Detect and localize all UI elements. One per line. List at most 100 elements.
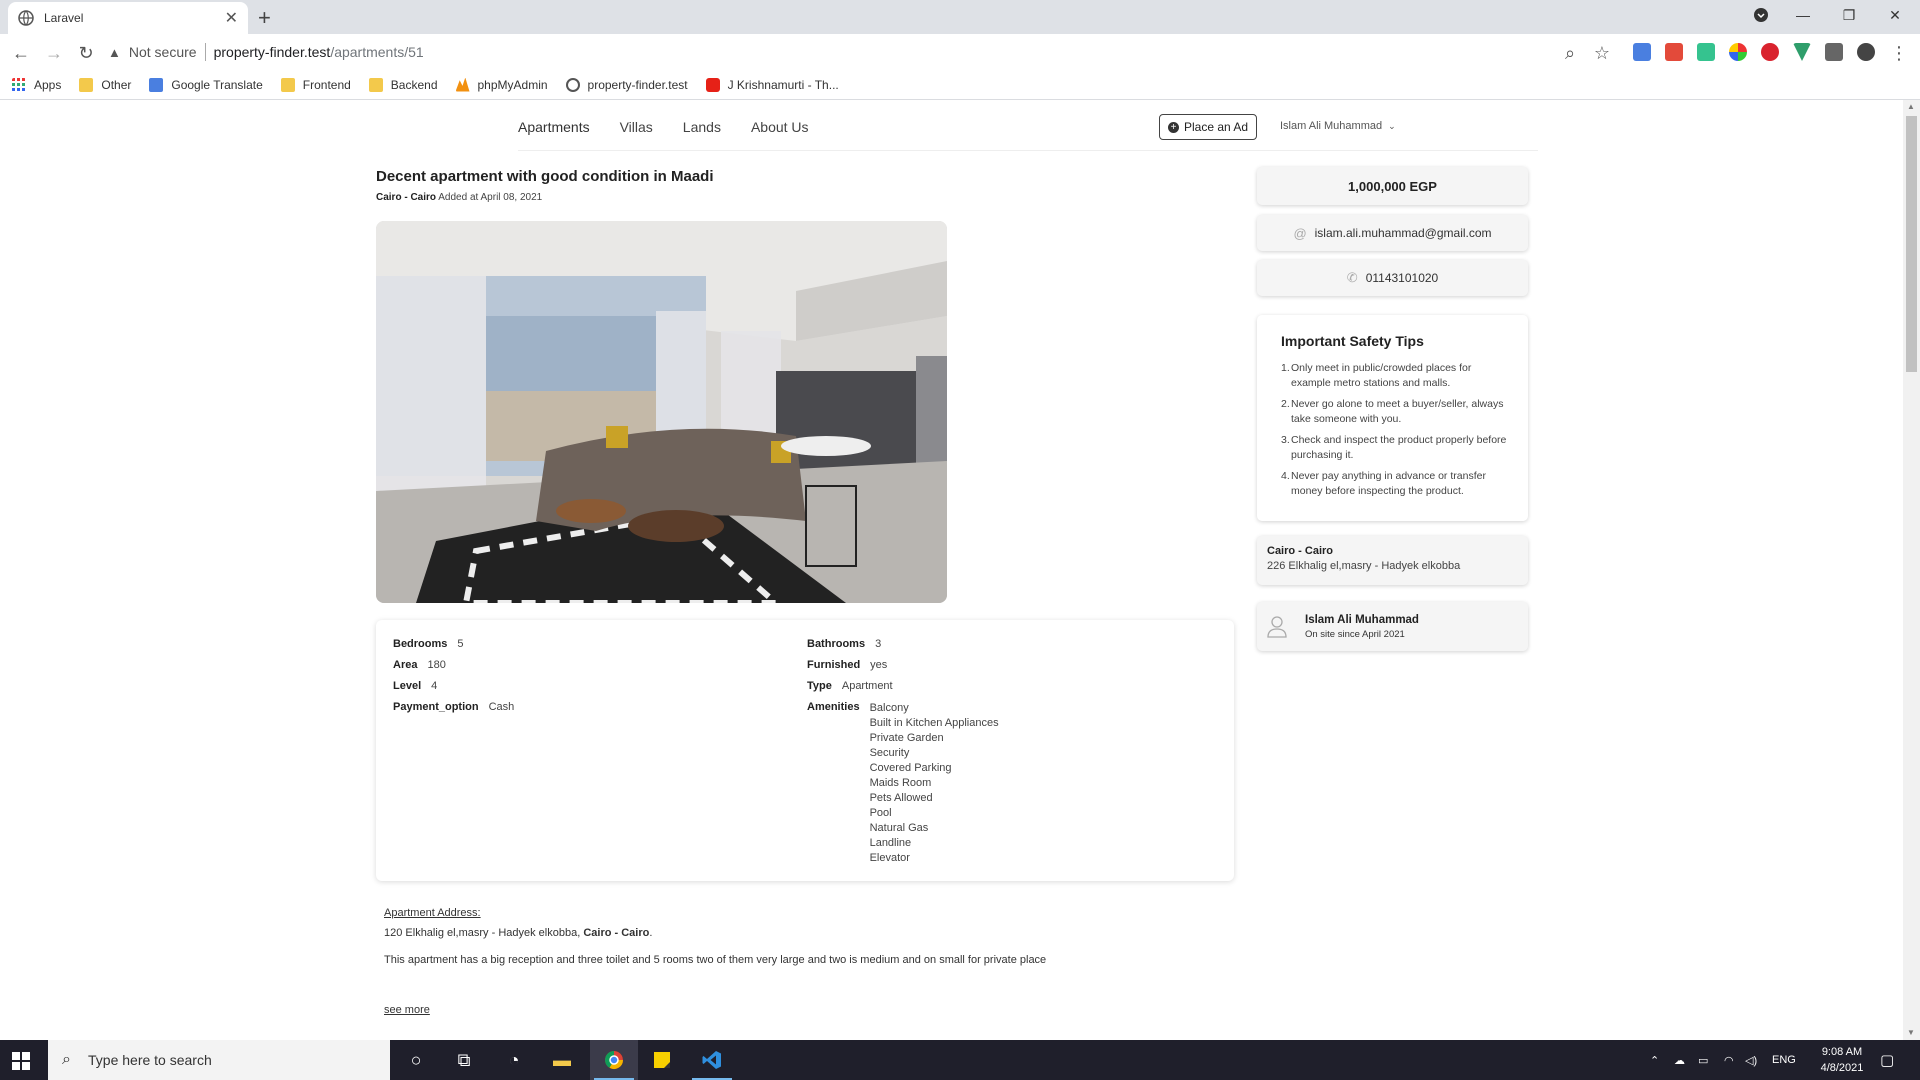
bookmark-star-icon[interactable]: ☆ xyxy=(1591,42,1613,64)
amenity-item: Maids Room xyxy=(869,777,932,789)
browser-tab[interactable]: Laravel ✕ xyxy=(8,2,248,34)
nav-about-us[interactable]: About Us xyxy=(751,119,809,135)
safety-tip-text: Only meet in public/crowded places for e… xyxy=(1291,362,1472,389)
email-card[interactable]: @ islam.ali.muhammad@gmail.com xyxy=(1257,215,1528,251)
zoom-icon[interactable]: ⌕ xyxy=(1559,42,1581,64)
megaphone-extension-icon[interactable] xyxy=(1665,43,1683,61)
scroll-thumb[interactable] xyxy=(1906,116,1917,372)
nav-lands[interactable]: Lands xyxy=(683,119,721,135)
notifications-icon[interactable]: ▢ xyxy=(1880,1040,1894,1080)
avatar[interactable] xyxy=(1857,43,1875,61)
bookmark-phpmyadmin[interactable]: phpMyAdmin xyxy=(455,77,548,92)
safety-tip-text: Check and inspect the product properly b… xyxy=(1291,434,1507,461)
bookmark-krishnamurti[interactable]: J Krishnamurti - Th... xyxy=(705,77,839,92)
tray-overflow-icon[interactable]: ⌃ xyxy=(1650,1040,1659,1080)
back-icon[interactable]: ← xyxy=(10,42,32,64)
address-bar[interactable]: ▲ Not secure property-finder.test/apartm… xyxy=(108,38,1608,66)
safety-tip: 4. Never pay anything in advance or trans… xyxy=(1281,469,1508,499)
sticky-notes-icon[interactable] xyxy=(638,1040,686,1080)
taskbar-search[interactable]: ⌕ Type here to search xyxy=(48,1040,390,1080)
listing-photo[interactable] xyxy=(376,221,947,603)
bookmark-frontend[interactable]: Frontend xyxy=(280,77,351,92)
user-name: Islam Ali Muhammad xyxy=(1280,120,1383,132)
detail-value: 3 xyxy=(875,638,882,650)
minimize-icon[interactable]: — xyxy=(1780,0,1826,30)
bookmark-property-finder[interactable]: property-finder.test xyxy=(565,77,688,92)
battery-icon[interactable]: ▭ xyxy=(1698,1040,1708,1080)
url-host: property-finder.test xyxy=(213,44,331,60)
volume-icon[interactable]: ◁) xyxy=(1745,1040,1757,1080)
language-indicator[interactable]: ENG xyxy=(1772,1040,1796,1080)
bookmark-apps[interactable]: Apps xyxy=(12,77,61,92)
amenity-item: Pool xyxy=(869,807,892,819)
vscode-icon[interactable] xyxy=(688,1040,736,1080)
detail-key: Area xyxy=(393,659,418,671)
bookmark-other[interactable]: Other xyxy=(79,77,132,92)
browser-toolbar: ← → ↻ ▲ Not secure property-finder.test /… xyxy=(0,34,1920,70)
detail-type: Type Apartment xyxy=(807,680,893,692)
detail-area: Area 180 xyxy=(393,659,446,671)
reload-icon[interactable]: ↻ xyxy=(75,42,97,64)
clock-date: 4/8/2021 xyxy=(1820,1062,1864,1074)
address-end: . xyxy=(649,927,653,939)
bookmark-label: J Krishnamurti - Th... xyxy=(727,77,839,92)
restore-icon[interactable]: ❐ xyxy=(1826,0,1872,30)
onedrive-icon[interactable]: ☁ xyxy=(1674,1040,1685,1080)
place-ad-button[interactable]: + Place an Ad xyxy=(1159,114,1258,140)
bookmarks-bar: Apps Other Google Translate Frontend Bac… xyxy=(0,70,1920,100)
taskbar-clock[interactable]: 9:08 AM 4/8/2021 xyxy=(1812,1044,1872,1076)
amenity-item: Pets Allowed xyxy=(869,792,933,804)
profile-menu-icon[interactable] xyxy=(1738,0,1784,30)
puzzle-extension-icon[interactable] xyxy=(1825,43,1843,61)
bookmark-label: Other xyxy=(101,77,132,92)
address-city: Cairo - Cairo xyxy=(583,927,650,939)
owner-since: On site since April 2021 xyxy=(1305,628,1405,640)
bookmark-google-translate[interactable]: Google Translate xyxy=(149,77,263,92)
detail-key: Furnished xyxy=(807,659,861,671)
phone-card[interactable]: ✆ 01143101020 xyxy=(1257,260,1528,296)
price-card: 1,000,000 EGP xyxy=(1257,167,1528,205)
phone-icon: ✆ xyxy=(1346,270,1358,285)
task-view-icon[interactable]: ⧉ xyxy=(440,1040,488,1080)
detail-amenities: Amenities Balcony Built in Kitchen Appli… xyxy=(807,701,999,866)
chrome-taskbar-icon[interactable] xyxy=(590,1040,638,1080)
wifi-icon[interactable]: ◠ xyxy=(1724,1040,1734,1080)
bookmark-label: phpMyAdmin xyxy=(477,77,548,92)
new-tab-icon[interactable]: + xyxy=(258,5,271,31)
folder-icon xyxy=(79,77,94,92)
owner-card[interactable]: Islam Ali Muhammad On site since April 2… xyxy=(1257,602,1528,651)
scroll-down-icon[interactable]: ▼ xyxy=(1907,1028,1915,1037)
location-city: Cairo - Cairo xyxy=(1267,545,1334,557)
n-extension-icon[interactable] xyxy=(1697,43,1715,61)
nav-apartments[interactable]: Apartments xyxy=(518,119,590,135)
forward-icon[interactable]: → xyxy=(43,42,65,64)
nav-villas[interactable]: Villas xyxy=(620,119,653,135)
bookmark-backend[interactable]: Backend xyxy=(368,77,438,92)
window-close-icon[interactable]: ✕ xyxy=(1872,0,1918,30)
user-avatar-icon xyxy=(1267,615,1287,638)
address-divider xyxy=(204,43,206,61)
opera-extension-icon[interactable] xyxy=(1761,43,1779,61)
browser-tabstrip: Laravel ✕ + — ❐ ✕ xyxy=(0,0,1920,34)
listing-subtitle: Cairo - Cairo Added at April 08, 2021 xyxy=(376,192,542,203)
cortana-icon[interactable]: ○ xyxy=(392,1040,440,1080)
app-icon[interactable]: ◔ xyxy=(490,1040,538,1080)
kebab-menu-icon[interactable]: ⋮ xyxy=(1888,42,1910,64)
listing-description: This apartment has a big reception and t… xyxy=(384,954,1047,966)
scroll-up-icon[interactable]: ▲ xyxy=(1907,102,1915,111)
see-more-link[interactable]: see more xyxy=(384,1004,430,1016)
page-scrollbar[interactable]: ▲ ▼ xyxy=(1903,100,1920,1040)
clock-time: 9:08 AM xyxy=(1821,1046,1863,1058)
windows-start-icon[interactable] xyxy=(12,1052,30,1070)
safety-tip: 1. Only meet in public/crowded places for… xyxy=(1281,361,1508,391)
globe-icon xyxy=(18,10,34,26)
user-menu[interactable]: Islam Ali Muhammad ⌄ xyxy=(1280,120,1396,132)
color-extension-icon[interactable] xyxy=(1729,43,1747,61)
file-explorer-icon[interactable]: ▬ xyxy=(538,1040,586,1080)
tab-title: Laravel xyxy=(44,11,84,25)
translate-extension-icon[interactable] xyxy=(1633,43,1651,61)
windows-taskbar: ⌕ Type here to search ○ ⧉ ◔ ▬ ⌃ ☁ ▭ ◠ ◁)… xyxy=(0,1040,1920,1080)
close-tab-icon[interactable]: ✕ xyxy=(225,8,238,28)
search-icon: ⌕ xyxy=(62,1051,71,1068)
price-value: 1,000,000 EGP xyxy=(1348,178,1437,194)
